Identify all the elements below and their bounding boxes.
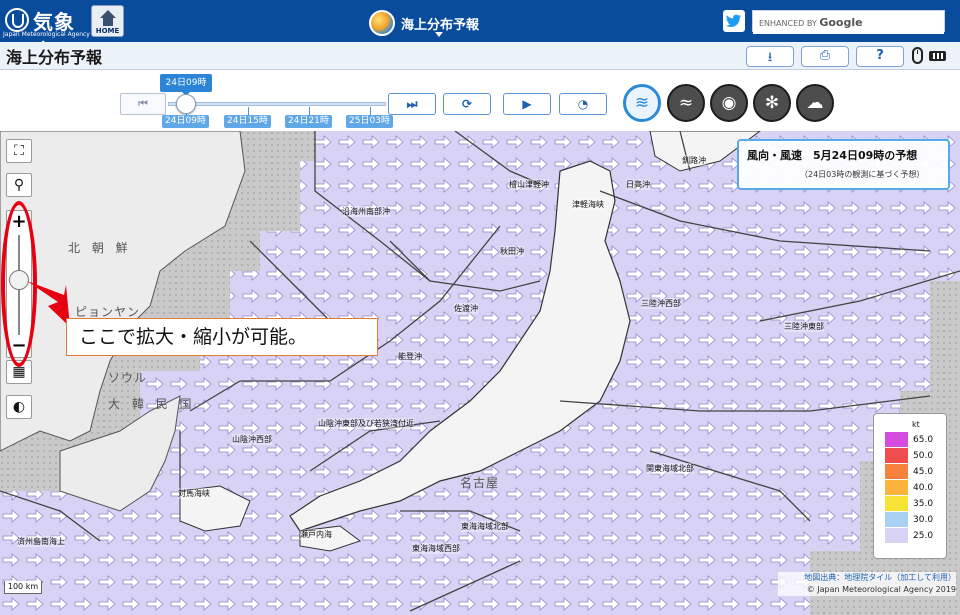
scale-bar: 100 km (4, 581, 42, 594)
annotation-callout: ここで拡大・縮小が可能。 (66, 318, 378, 356)
app-icon (369, 10, 395, 36)
time-label[interactable]: 24日21時 (285, 115, 332, 128)
jma-logo[interactable]: 気象庁 Japan Meteorological Agency (3, 4, 90, 63)
legend-value: 40.0 (913, 483, 934, 493)
zone-label[interactable]: 東海海域西部 (412, 543, 460, 554)
download-button[interactable]: ⭳ (746, 46, 794, 67)
wind-layer-button[interactable]: ≋ (623, 84, 661, 122)
forecast-map[interactable]: 北 朝 鮮 ピョンヤン ソウル 大 韓 民 国 名古屋 津軽海峡 日高沖 檜山津… (0, 131, 960, 615)
zone-label[interactable]: 東海海域北部 (461, 521, 509, 532)
zone-label[interactable]: 津軽海峡 (572, 199, 604, 210)
top-header: 気象庁 Japan Meteorological Agency HOME 海上分… (0, 0, 960, 63)
print-icon: ⎙ (819, 48, 831, 63)
zone-label[interactable]: 佐渡沖 (454, 303, 478, 314)
time-label[interactable]: 25日03時 (346, 115, 393, 128)
legend-swatch (885, 496, 908, 511)
place-label: 名古屋 (460, 476, 500, 490)
app-title: 海上分布予報 (401, 18, 480, 33)
legend-value: 50.0 (913, 451, 934, 461)
current-time-tooltip: 24日09時 (160, 74, 212, 96)
zone-label[interactable]: 沿海州南部沖 (342, 206, 390, 217)
site-search[interactable]: ENHANCED BY Google (752, 10, 945, 34)
forecast-info-subtitle: （24日03時の観測に基づく予想） (800, 170, 925, 179)
legend-value: 65.0 (913, 435, 934, 445)
legend-swatch (885, 464, 908, 479)
zone-label[interactable]: 関東海域北部 (646, 463, 694, 474)
keyboard-mode-icon[interactable] (929, 51, 946, 61)
wind-speed-legend: kt 65.0 50.0 45.0 40.0 35.0 30.0 25.0 (873, 413, 947, 559)
legend-value: 25.0 (913, 531, 934, 541)
zone-label[interactable]: 能登沖 (398, 351, 422, 362)
time-controls: 24日09時 ⏮ 24日09時 24日15時 24日21時 25日03時 ⏭ ⟳… (0, 71, 960, 131)
weather-layer-button[interactable]: ☁ (796, 84, 834, 122)
attribution-source-link[interactable]: 地図出典：地理院タイル（加工して利用） (778, 572, 956, 584)
next-step-button[interactable]: ⏭ (388, 93, 436, 115)
icing-layer-button[interactable]: ✻ (753, 84, 791, 122)
help-button[interactable]: ? (856, 46, 904, 67)
home-button[interactable]: HOME (91, 5, 124, 37)
legend-value: 45.0 (913, 467, 934, 477)
legend-swatch (885, 432, 908, 447)
zone-label[interactable]: 対馬海峡 (178, 488, 210, 499)
time-slider-track[interactable] (168, 102, 386, 106)
fit-view-button[interactable]: ⛶ (6, 139, 32, 163)
home-icon-body (103, 18, 113, 26)
place-label: 大 韓 民 国 (108, 397, 196, 411)
zone-label[interactable]: 檜山津軽沖 (509, 179, 549, 190)
legend-value: 35.0 (913, 499, 934, 509)
agency-name-en: Japan Meteorological Agency (3, 31, 90, 38)
zone-label[interactable]: 三陸沖西部 (641, 298, 681, 309)
speed-button[interactable]: ◔ (559, 93, 607, 115)
visibility-layer-button[interactable]: ◉ (710, 84, 748, 122)
legend-swatch (885, 448, 908, 463)
zone-label[interactable]: 秋田沖 (500, 246, 524, 257)
twitter-button[interactable] (723, 10, 745, 32)
search-input[interactable] (753, 13, 944, 34)
legend-swatch (885, 512, 908, 527)
opacity-button[interactable]: ◐ (6, 395, 32, 419)
download-icon: ⭳ (767, 50, 773, 65)
zone-label[interactable]: 済州島南海上 (17, 536, 65, 547)
annotation-highlight-ellipse (1, 201, 37, 367)
legend-swatch (885, 528, 908, 543)
time-label[interactable]: 24日09時 (162, 115, 209, 128)
map-attribution: 地図出典：地理院タイル（加工して利用） © Japan Meteorologic… (778, 572, 956, 596)
home-icon (100, 10, 116, 18)
legend-swatch (885, 480, 908, 495)
zone-label[interactable]: 釧路沖 (682, 155, 706, 166)
place-label: 北 朝 鮮 (68, 241, 132, 255)
zone-label[interactable]: 山陰沖東部及び若狭湾付近 (318, 418, 414, 429)
jma-emblem-icon (5, 8, 29, 32)
location-pin-button[interactable]: ⚲ (6, 173, 32, 197)
twitter-icon (726, 14, 741, 27)
first-step-button[interactable]: ⏮ (120, 93, 166, 115)
chevron-down-icon (435, 32, 443, 37)
play-button[interactable]: ▶ (503, 93, 551, 115)
zone-label[interactable]: 山陰沖西部 (232, 434, 272, 445)
forecast-info-box: 風向・風速 5月24日09時の予想 （24日03時の観測に基づく予想） (737, 139, 950, 190)
time-slider-handle[interactable] (176, 94, 196, 114)
forecast-info-title: 風向・風速 5月24日09時の予想 (747, 149, 918, 162)
app-switcher[interactable]: 海上分布予報 (369, 8, 559, 38)
attribution-copyright: © Japan Meteorological Agency 2019 (806, 585, 956, 594)
zone-label[interactable]: 三陸沖東部 (784, 321, 824, 332)
place-label: ソウル (108, 371, 148, 385)
time-label[interactable]: 24日15時 (224, 115, 271, 128)
mouse-mode-icon[interactable] (912, 47, 923, 64)
help-icon: ? (876, 48, 884, 63)
print-button[interactable]: ⎙ (801, 46, 849, 67)
zone-label[interactable]: 日高沖 (626, 179, 650, 190)
home-button-label: HOME (95, 27, 120, 35)
legend-value: 30.0 (913, 515, 934, 525)
wave-layer-button[interactable]: ≈ (667, 84, 705, 122)
page-title-bar: 海上分布予報 ⭳ ⎙ ? (0, 42, 960, 70)
refresh-button[interactable]: ⟳ (443, 93, 491, 115)
zone-label[interactable]: 瀬戸内海 (300, 529, 332, 540)
legend-unit: kt (912, 420, 920, 429)
page-title: 海上分布予報 (6, 48, 103, 67)
